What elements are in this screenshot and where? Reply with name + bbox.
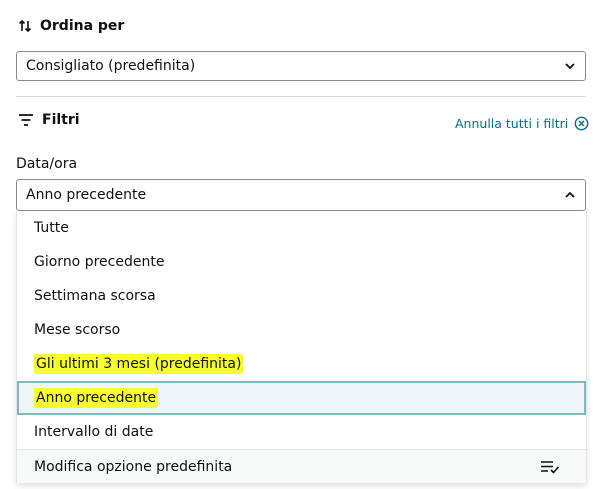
edit-default-option[interactable]: Modifica opzione predefinita [17, 449, 586, 483]
filters-title: Filtri [42, 112, 80, 128]
date-option-anno-precedente[interactable]: Anno precedente [17, 381, 586, 415]
date-option-giorno-precedente[interactable]: Giorno precedente [17, 245, 586, 279]
filters-section-title: Filtri [18, 112, 80, 128]
date-option-intervallo-di-date[interactable]: Intervallo di date [17, 415, 586, 449]
option-label: Gli ultimi 3 mesi (predefinita) [34, 354, 244, 374]
sort-section-title: Ordina per [18, 18, 124, 34]
section-divider [16, 96, 586, 97]
chevron-up-icon [565, 191, 575, 198]
date-filter-select[interactable]: Anno precedente [16, 179, 586, 211]
date-option-ultimi-3-mesi[interactable]: Gli ultimi 3 mesi (predefinita) [17, 347, 586, 381]
option-label: Settimana scorsa [34, 288, 156, 304]
date-filter-selected-value: Anno precedente [26, 187, 147, 203]
date-option-mese-scorso[interactable]: Mese scorso [17, 313, 586, 347]
clear-all-filters-label: Annulla tutti i filtri [455, 116, 569, 131]
sort-select[interactable]: Consigliato (predefinita) [16, 51, 586, 81]
sort-arrows-icon [18, 19, 32, 33]
sort-selected-value: Consigliato (predefinita) [26, 58, 196, 74]
option-label: Giorno precedente [34, 254, 165, 270]
close-circle-icon [574, 116, 589, 131]
option-label: Anno precedente [34, 388, 159, 408]
list-check-icon [541, 461, 560, 474]
edit-default-label: Modifica opzione predefinita [34, 458, 233, 475]
date-option-settimana-scorsa[interactable]: Settimana scorsa [17, 279, 586, 313]
clear-all-filters-link[interactable]: Annulla tutti i filtri [455, 116, 589, 131]
option-label: Tutte [34, 220, 69, 236]
option-label: Intervallo di date [34, 424, 154, 440]
date-filter-dropdown: Tutte Giorno precedente Settimana scorsa… [16, 211, 587, 483]
chevron-down-icon [565, 63, 575, 70]
option-label: Mese scorso [34, 322, 121, 338]
sort-title: Ordina per [40, 18, 125, 34]
date-filter-label: Data/ora [16, 156, 78, 172]
date-option-tutte[interactable]: Tutte [17, 211, 586, 245]
filter-icon [19, 114, 33, 126]
